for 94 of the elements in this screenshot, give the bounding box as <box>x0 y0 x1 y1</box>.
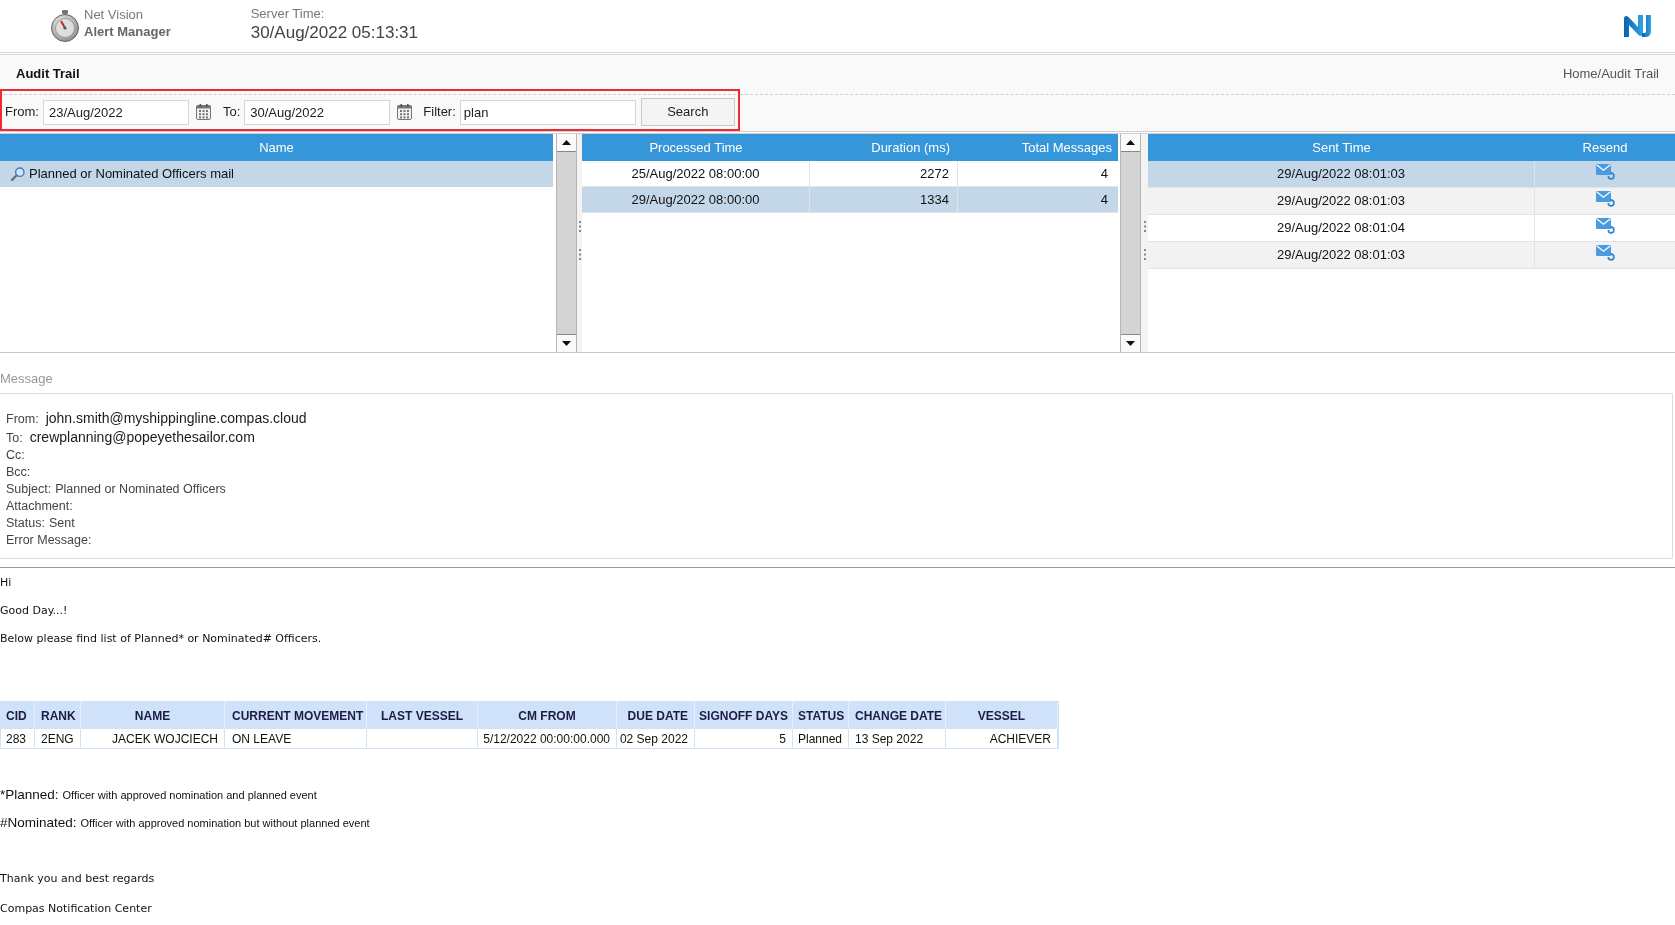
table-cell-text: ACHIEVER <box>989 730 1051 748</box>
grid-row[interactable]: 29/Aug/2022 08:00:00 1334 4 <box>582 187 1118 213</box>
table-cell-text: 29/Aug/2022 08:01:03 <box>1277 246 1405 265</box>
footnote: *Planned: Officer with approved nomination and planned event <box>0 786 317 804</box>
filter-field[interactable]: plan <box>459 99 636 125</box>
scrollbar[interactable] <box>1120 134 1141 352</box>
envelope-arrow-icon[interactable] <box>1595 218 1615 234</box>
down-triangle-icon <box>562 341 571 346</box>
table-cell-text: 2ENG <box>41 730 74 748</box>
table-cell-text: 25/Aug/2022 08:00:00 <box>631 164 760 183</box>
field-label: Subject: <box>6 481 52 498</box>
column-header: CM FROM <box>478 702 617 729</box>
field-label: To: <box>6 430 23 447</box>
column-header: VESSEL <box>946 702 1058 729</box>
column-header: DUE DATE <box>617 702 695 729</box>
column-header: RANK <box>35 702 81 729</box>
grip-dots-icon[interactable] <box>578 221 581 232</box>
email-paragraph: Good Day...! <box>0 603 68 619</box>
grip-dots-icon[interactable] <box>1143 221 1146 232</box>
field-value: john.smith@myshippingline.compas.cloud <box>45 409 307 427</box>
scroll-down-button[interactable] <box>1121 334 1140 352</box>
field-label: Bcc: <box>6 464 31 481</box>
table-cell-text: 29/Aug/2022 08:01:03 <box>1277 165 1405 184</box>
table-cell-text: ON LEAVE <box>232 730 292 748</box>
table-cell-text: 29/Aug/2022 08:01:04 <box>1277 219 1405 238</box>
envelope-arrow-icon[interactable] <box>1595 191 1615 207</box>
up-triangle-icon <box>1126 140 1135 145</box>
date-field[interactable]: 23/Aug/2022 <box>42 99 189 125</box>
table-cell-text: 13 Sep 2022 <box>855 730 924 748</box>
server-time: 30/Aug/2022 05:13:31 <box>250 21 419 44</box>
field-label: Status: <box>6 515 45 532</box>
email-paragraph: Thank you and best regards <box>0 871 155 887</box>
server-time-label: Server Time: <box>250 5 326 22</box>
table-cell-text: 5/12/2022 00:00:00.000 <box>483 730 610 748</box>
down-triangle-icon <box>1126 341 1135 346</box>
search-button[interactable]: Search <box>640 98 735 126</box>
column-header: SIGNOFF DAYS <box>695 702 793 729</box>
table-cell-text: 29/Aug/2022 08:01:03 <box>1277 192 1405 211</box>
from-label: From: <box>5 103 39 122</box>
column-header: STATUS <box>793 702 849 729</box>
table-cell-text: Planned or Nominated Officers mail <box>29 165 234 184</box>
field-value: crewplanning@popeyethesailor.com <box>29 428 255 446</box>
column-header: CHANGE DATE <box>849 702 946 729</box>
filter-label: Filter: <box>423 103 456 122</box>
section-label: Message <box>0 371 53 387</box>
scroll-up-button[interactable] <box>1121 134 1140 152</box>
calendar-icon[interactable] <box>397 104 413 120</box>
email-paragraph: Below please find list of Planned* or Nominated# Officers. <box>0 631 322 647</box>
field-label: Attachment: <box>6 498 73 515</box>
table-cell-text: 29/Aug/2022 08:00:00 <box>631 190 760 209</box>
column-header: LAST VESSEL <box>367 702 478 729</box>
magnifier-icon <box>11 167 25 181</box>
table-cell-text: 02 Sep 2022 <box>619 730 688 748</box>
field-label: Cc: <box>6 447 25 464</box>
up-triangle-icon <box>562 140 571 145</box>
grid-row[interactable]: 29/Aug/2022 08:01:03 <box>1148 188 1675 215</box>
stopwatch-icon <box>50 10 80 42</box>
grip-dots-icon[interactable] <box>1143 249 1146 260</box>
grid-row[interactable]: 29/Aug/2022 08:01:03 <box>1148 161 1675 188</box>
field-label: From: <box>6 411 39 428</box>
table-cell-text: 2272 <box>920 164 949 183</box>
app-name: Net Vision <box>84 6 144 23</box>
envelope-arrow-icon[interactable] <box>1595 245 1615 261</box>
column-header: NAME <box>81 702 225 729</box>
breadcrumb[interactable]: Home/Audit Trail <box>1562 65 1659 83</box>
field-value: Planned or Nominated Officers <box>55 481 226 498</box>
envelope-arrow-icon[interactable] <box>1595 164 1615 180</box>
grip-dots-icon[interactable] <box>578 249 581 260</box>
table-cell-text: 4 <box>1100 164 1108 183</box>
scroll-up-button[interactable] <box>557 134 576 152</box>
field-label: Error Message: <box>6 532 92 549</box>
grid-row[interactable]: 29/Aug/2022 08:01:03 <box>1148 242 1675 269</box>
grid-row[interactable]: Planned or Nominated Officers mail <box>0 161 553 187</box>
column-header: CID <box>1 702 35 729</box>
field-value: Sent <box>48 515 75 532</box>
app-subtitle: Alert Manager <box>84 23 171 40</box>
calendar-icon[interactable] <box>195 104 211 120</box>
email-paragraph: Compas Notification Center <box>0 901 152 917</box>
scroll-down-button[interactable] <box>557 334 576 352</box>
to-label: To: <box>222 103 241 122</box>
column-header: CURRENT MOVEMENT <box>225 702 367 729</box>
date-field[interactable]: 30/Aug/2022 <box>244 99 391 125</box>
table-cell-text: JACEK WOJCIECH <box>112 730 218 748</box>
table-cell-text: 283 <box>6 730 27 748</box>
email-paragraph: Hi <box>0 575 12 591</box>
grid-row[interactable]: 25/Aug/2022 08:00:00 2272 4 <box>582 161 1118 187</box>
table-cell-text: 5 <box>779 730 786 748</box>
page-title: Audit Trail <box>16 65 80 83</box>
grid-row[interactable]: 29/Aug/2022 08:01:04 <box>1148 215 1675 242</box>
table-cell-text: 4 <box>1100 190 1108 209</box>
table-cell-text: Planned <box>798 730 843 748</box>
scrollbar[interactable] <box>556 134 577 352</box>
table-cell-text: 1334 <box>920 190 949 209</box>
footnote: #Nominated: Officer with approved nomination but without planned event <box>0 814 370 832</box>
